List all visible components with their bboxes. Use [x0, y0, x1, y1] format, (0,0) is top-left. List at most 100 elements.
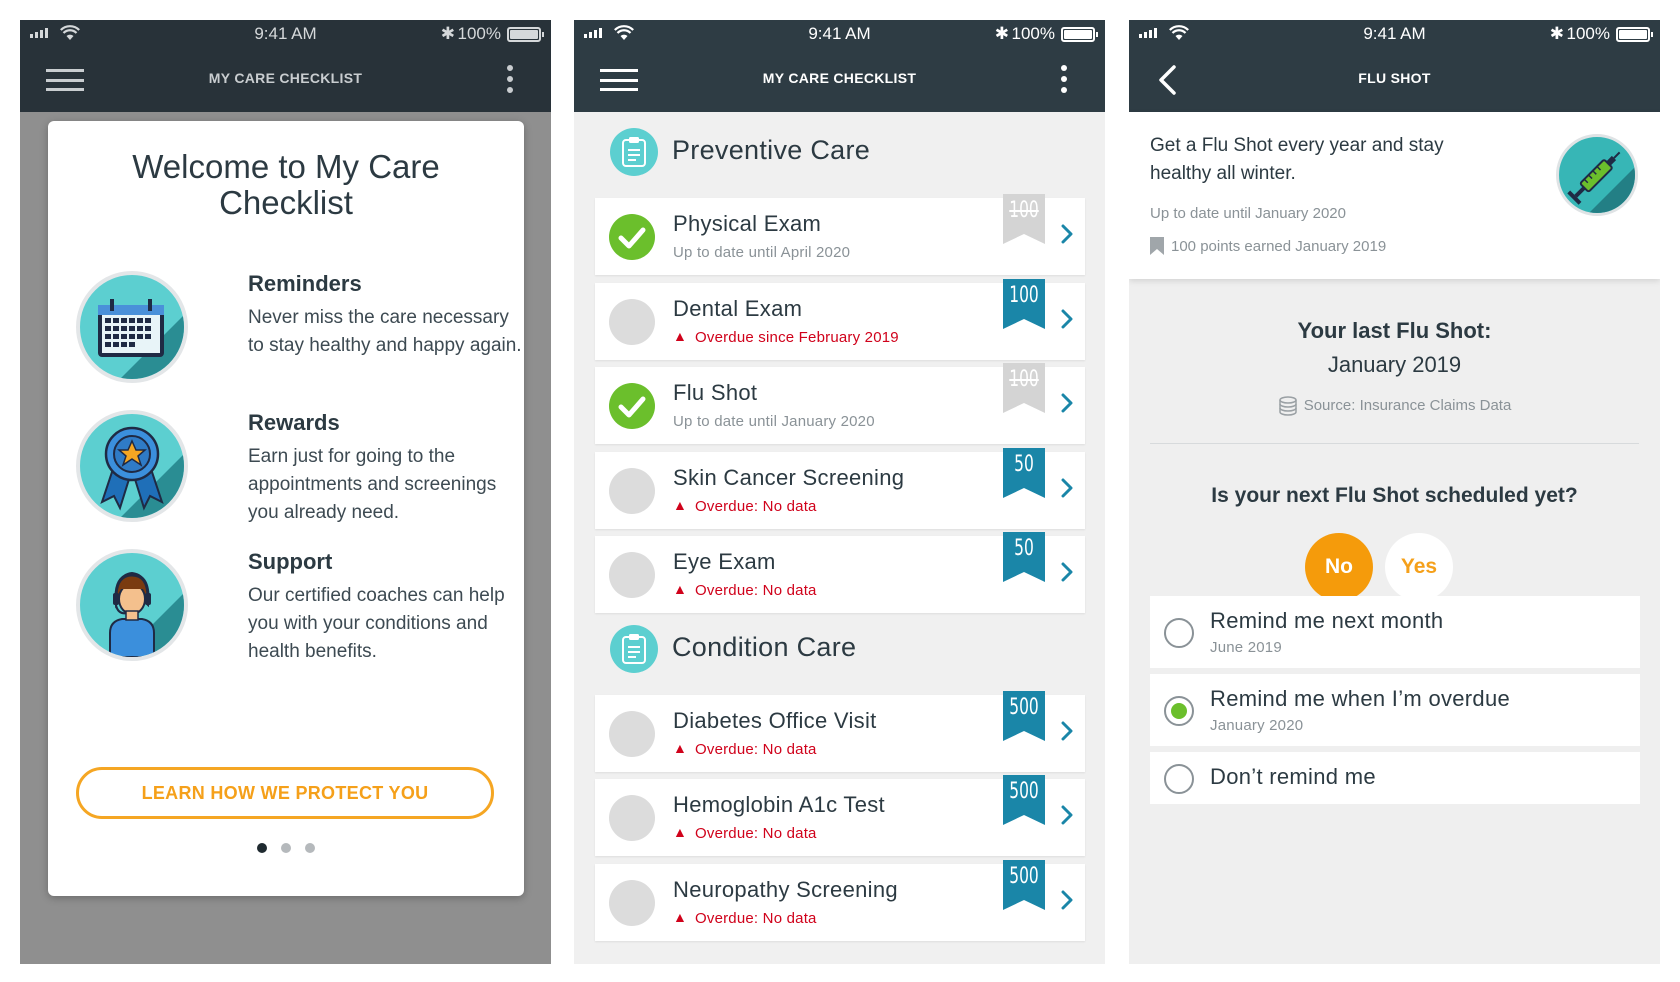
checklist-item[interactable]: Hemoglobin A1c Test Overdue: No data 500	[595, 775, 1085, 856]
item-name: Eye Exam	[673, 549, 776, 574]
no-button[interactable]: No	[1305, 533, 1373, 601]
checkmark-icon	[609, 214, 655, 260]
overdue-status: Overdue since February 2019	[673, 328, 899, 346]
section-title: Preventive Care	[672, 135, 871, 165]
feature-title: Rewards	[248, 410, 340, 435]
points-value: 100	[1009, 198, 1039, 223]
last-flu-shot: Your last Flu Shot: January 2019 Source:…	[1129, 318, 1660, 416]
up-to-date-text: Up to date until January 2020	[1150, 205, 1346, 222]
checklist-item[interactable]: Diabetes Office Visit Overdue: No data 500	[595, 690, 1085, 772]
radio-button[interactable]	[1164, 696, 1194, 726]
battery-percent: 100%	[1011, 24, 1055, 43]
checklist-item[interactable]: Physical Exam Up to date until April 2020…	[595, 194, 1085, 275]
bluetooth-icon: ✱	[994, 24, 1009, 43]
reminder-option[interactable]: Don’t remind me	[1150, 752, 1640, 804]
chevron-right-icon[interactable]	[1061, 478, 1073, 503]
award-ribbon-icon	[76, 410, 188, 522]
item-status: Up to date until January 2020	[673, 413, 875, 430]
checklist-item[interactable]: Eye Exam Overdue: No data 50	[595, 532, 1085, 613]
feature-rewards: Rewards Earn just for going to the appoi…	[76, 410, 506, 540]
item-name: Hemoglobin A1c Test	[673, 792, 885, 817]
item-name: Skin Cancer Screening	[673, 464, 905, 490]
welcome-screen: 9:41 AM ✱ 100% MY CARE CHECKLIST Welcome…	[20, 20, 551, 964]
data-source: Source: Insurance Claims Data	[1129, 396, 1660, 416]
item-name: Physical Exam	[673, 211, 822, 236]
overdue-status: Overdue: No data	[673, 497, 817, 515]
item-status: Up to date until April 2020	[673, 244, 851, 261]
item-name: Flu Shot	[673, 380, 758, 405]
flu-shot-screen: 9:41 AM ✱ 100% FLU SHOT Get a Flu Shot e…	[1129, 20, 1660, 964]
reminder-option[interactable]: Remind me next month June 2019	[1150, 596, 1640, 668]
status-circle	[609, 879, 655, 926]
chevron-right-icon[interactable]	[1061, 805, 1073, 830]
feature-description: Our certified coaches can help you with …	[248, 585, 505, 662]
yes-button[interactable]: Yes	[1385, 533, 1453, 601]
status-circle	[609, 710, 655, 757]
page-dot[interactable]	[257, 843, 267, 853]
clipboard-icon	[610, 128, 658, 176]
status-bar: 9:41 AM ✱ 100%	[574, 20, 1105, 48]
flu-shot-summary: Get a Flu Shot every year and stay healt…	[1129, 112, 1660, 279]
more-options-icon[interactable]	[1061, 65, 1067, 93]
radio-button[interactable]	[1164, 764, 1194, 794]
bluetooth-icon: ✱	[440, 24, 455, 43]
points-value: 500	[1009, 694, 1039, 720]
points-value: 500	[1009, 863, 1039, 889]
item-name: Neuropathy Screening	[673, 876, 898, 902]
option-date: January 2020	[1210, 717, 1304, 734]
status-circle	[609, 552, 655, 598]
feature-title: Support	[248, 549, 333, 574]
status-circle	[609, 795, 655, 841]
radio-button[interactable]	[1164, 618, 1194, 648]
data-source-text: Source: Insurance Claims Data	[1303, 396, 1512, 414]
overdue-status: Overdue: No data	[673, 740, 817, 758]
feature-description: Never miss the care necessary to stay he…	[248, 307, 522, 356]
points-ribbon: 100	[1003, 278, 1045, 329]
item-name: Dental Exam	[673, 295, 803, 321]
points-value: 50	[1014, 451, 1034, 477]
battery-percent: 100%	[457, 24, 501, 43]
checklist-item[interactable]: Dental Exam Overdue since February 2019 10…	[595, 278, 1085, 360]
checklist-item[interactable]: Neuropathy Screening Overdue: No data 500	[595, 859, 1085, 941]
points-value: 100	[1009, 367, 1039, 392]
checklist-item[interactable]: Flu Shot Up to date until January 2020 100	[595, 363, 1085, 444]
status-bar: 9:41 AM ✱ 100%	[1129, 20, 1660, 48]
checklist-screen: 9:41 AM ✱ 100% MY CARE CHECKLIST Prevent…	[574, 20, 1105, 964]
chevron-right-icon[interactable]	[1061, 890, 1073, 915]
chevron-right-icon[interactable]	[1061, 309, 1073, 334]
bluetooth-icon: ✱	[1549, 24, 1564, 43]
nav-bar: MY CARE CHECKLIST	[574, 48, 1105, 112]
chevron-right-icon[interactable]	[1061, 562, 1073, 587]
points-ribbon: 50	[1003, 532, 1045, 582]
points-ribbon: 500	[1003, 775, 1045, 825]
page-indicator[interactable]	[48, 843, 524, 853]
page-dot[interactable]	[281, 843, 291, 853]
reminder-option[interactable]: Remind me when I’m overdue January 2020	[1150, 674, 1640, 746]
checklist-item[interactable]: Skin Cancer Screening Overdue: No data 50	[595, 447, 1085, 529]
welcome-title: Welcome to My Care Checklist	[132, 148, 440, 221]
more-options-icon[interactable]	[507, 65, 513, 93]
chevron-right-icon[interactable]	[1061, 393, 1073, 418]
feature-reminders: Reminders Never miss the care necessary …	[76, 271, 522, 401]
overdue-status: Overdue: No data	[673, 824, 817, 842]
chevron-right-icon[interactable]	[1061, 721, 1073, 746]
points-ribbon: 500	[1003, 690, 1045, 741]
nav-bar: FLU SHOT	[1129, 48, 1660, 112]
feature-description: Earn just for going to the appointments …	[248, 446, 497, 523]
schedule-question: Is your next Flu Shot scheduled yet?	[1211, 484, 1578, 507]
coach-headset-icon	[76, 549, 188, 661]
nav-title: FLU SHOT	[1358, 70, 1431, 86]
syringe-icon	[1556, 134, 1638, 216]
points-ribbon: 100	[1003, 363, 1045, 413]
checkmark-icon	[609, 383, 655, 429]
battery-icon	[1616, 27, 1653, 42]
feature-title: Reminders	[248, 271, 362, 296]
overdue-status: Overdue: No data	[673, 581, 817, 599]
divider	[1150, 443, 1639, 444]
page-dot[interactable]	[305, 843, 315, 853]
option-label: Remind me next month	[1210, 608, 1444, 633]
chevron-right-icon[interactable]	[1061, 224, 1073, 249]
learn-protect-button[interactable]: LEARN HOW WE PROTECT YOU	[76, 767, 494, 819]
option-label: Don’t remind me	[1210, 764, 1376, 789]
points-ribbon: 100	[1003, 194, 1045, 244]
